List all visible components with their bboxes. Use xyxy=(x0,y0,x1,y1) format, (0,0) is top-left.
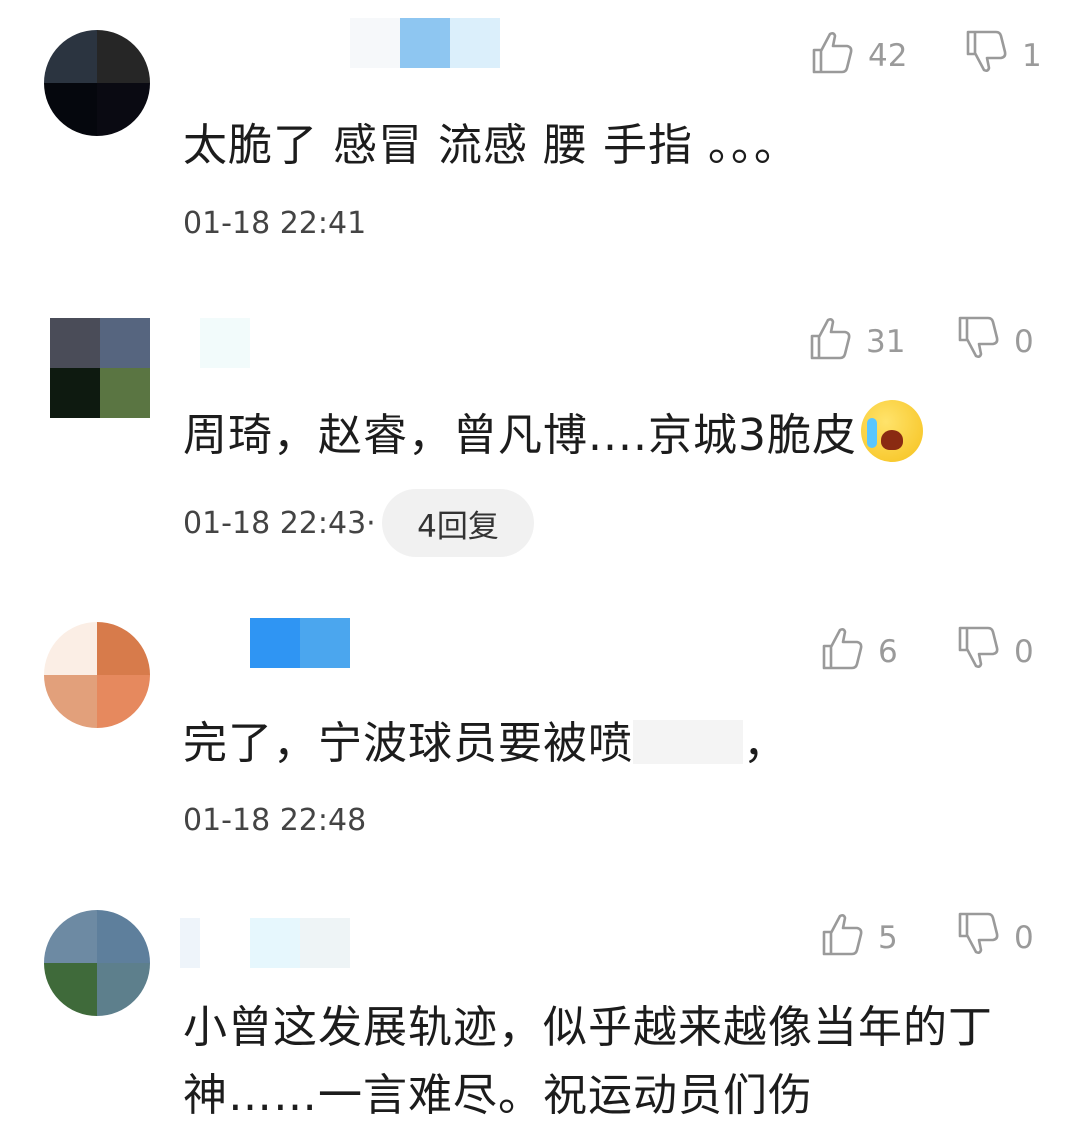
comment-text: 太脆了 感冒 流感 腰 手指 。。。 xyxy=(183,120,799,171)
like-button[interactable]: 42 xyxy=(812,30,907,82)
crying-face-emoji-icon xyxy=(860,400,923,462)
avatar[interactable] xyxy=(44,30,150,136)
thumb-up-icon xyxy=(810,316,852,368)
dislike-button[interactable]: 0 xyxy=(958,912,1034,964)
thumb-up-icon xyxy=(822,626,864,678)
dislike-button[interactable]: 0 xyxy=(958,626,1034,678)
dislike-button[interactable]: 0 xyxy=(958,316,1034,368)
comment-text-row: 周琦，赵睿，曾凡博....京城3脆皮 xyxy=(183,400,923,468)
like-count: 6 xyxy=(878,634,898,670)
like-button[interactable]: 6 xyxy=(822,626,898,678)
thumb-down-icon xyxy=(958,316,1000,368)
dislike-button[interactable]: 1 xyxy=(966,30,1042,82)
avatar[interactable] xyxy=(44,910,150,1016)
thumb-up-icon xyxy=(812,30,854,82)
username-redacted[interactable] xyxy=(250,618,350,668)
comment-time: 01-18 22:48 xyxy=(183,803,367,838)
reply-count-button[interactable]: 4回复 xyxy=(382,489,534,557)
thumb-down-icon xyxy=(958,912,1000,964)
like-count: 31 xyxy=(866,324,906,360)
username-redacted[interactable] xyxy=(200,318,250,368)
comment-text-row: 完了，宁波球员要被喷 ， xyxy=(183,712,788,776)
comment-time: 01-18 22:43· xyxy=(183,506,376,541)
comment-time: 01-18 22:41 xyxy=(183,206,367,241)
comment-text-tail: ， xyxy=(743,718,788,769)
comment-text: 小曾这发展轨迹，似乎越来越像当年的丁神……一言难尽。祝运动员们伤 xyxy=(183,1002,993,1121)
thumb-up-icon xyxy=(822,912,864,964)
username-redacted[interactable] xyxy=(180,918,350,968)
dislike-count: 0 xyxy=(1014,920,1034,956)
like-button[interactable]: 5 xyxy=(822,912,898,964)
thumb-down-icon xyxy=(958,626,1000,678)
username-redacted[interactable] xyxy=(350,18,500,68)
comment-text: 完了，宁波球员要被喷 xyxy=(183,718,633,769)
like-button[interactable]: 31 xyxy=(810,316,905,368)
like-count: 5 xyxy=(878,920,898,956)
like-count: 42 xyxy=(868,38,908,74)
avatar[interactable] xyxy=(50,318,150,418)
thumb-down-icon xyxy=(966,30,1008,82)
dislike-count: 1 xyxy=(1022,38,1042,74)
redacted-text xyxy=(633,720,743,764)
dislike-count: 0 xyxy=(1014,324,1034,360)
dislike-count: 0 xyxy=(1014,634,1034,670)
comment-text: 周琦，赵睿，曾凡博....京城3脆皮 xyxy=(183,410,857,461)
avatar[interactable] xyxy=(44,622,150,728)
